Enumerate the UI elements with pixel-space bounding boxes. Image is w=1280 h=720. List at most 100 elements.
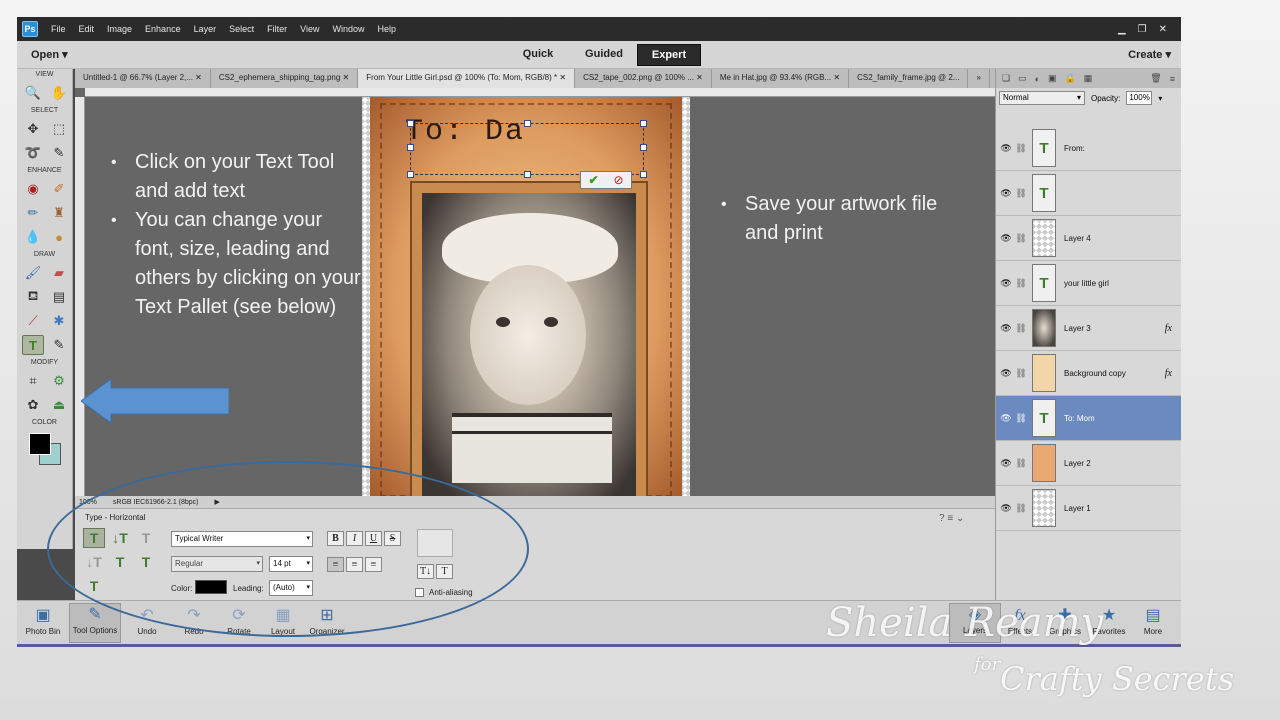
lasso-tool-icon[interactable]: ➰ [22,143,44,163]
type-tool-icon[interactable]: T [22,335,44,355]
paint-bucket-tool-icon[interactable]: ⛾ [22,287,44,307]
menu-help[interactable]: Help [372,24,404,34]
menu-window[interactable]: Window [327,24,372,34]
visibility-eye-icon[interactable]: 👁 [998,188,1014,199]
visibility-eye-icon[interactable]: 👁 [998,278,1014,289]
mode-quick[interactable]: Quick [505,44,571,66]
move-tool-icon[interactable]: ✥ [22,119,44,139]
sponge-tool-icon[interactable]: ● [48,227,70,247]
menu-layer[interactable]: Layer [189,24,225,34]
visibility-eye-icon[interactable]: 👁 [998,368,1014,379]
quick-selection-tool-icon[interactable]: ✎ [48,143,70,163]
layer-row[interactable]: 👁 ⛓ T [996,171,1181,216]
custom-shape-tool-icon[interactable]: ✱ [48,311,70,331]
menu-file[interactable]: File [46,24,74,34]
trash-icon[interactable]: 🗑 [1150,73,1161,84]
layer-row[interactable]: 👁 ⛓ Layer 1 [996,486,1181,531]
content-aware-move-tool-icon[interactable]: ✿ [22,395,44,415]
link-icon[interactable]: ⛓ [1014,413,1028,424]
recompose-tool-icon[interactable]: ⚙ [48,371,70,391]
menu-select[interactable]: Select [224,24,262,34]
tabs-overflow-icon[interactable]: » [968,69,990,88]
text-bounding-box[interactable] [407,120,647,178]
menu-view[interactable]: View [295,24,327,34]
transform-handle[interactable] [407,144,414,151]
link-icon[interactable]: ⛓ [1014,458,1028,469]
tab-document-active[interactable]: From Your Little Girl.psd @ 100% (To: Mo… [358,69,576,88]
visibility-eye-icon[interactable]: 👁 [998,323,1014,334]
photo-bin-button[interactable]: ▣ Photo Bin [17,605,69,636]
spot-healing-tool-icon[interactable]: ✐ [48,179,70,199]
layer-row[interactable]: 👁 ⛓ Layer 2 [996,441,1181,486]
eyedropper-tool-icon[interactable]: ⟋ [22,311,44,331]
marquee-tool-icon[interactable]: ⬚ [48,119,70,139]
menu-image[interactable]: Image [102,24,140,34]
link-icon[interactable]: ⛓ [1014,323,1028,334]
canvas-area[interactable]: Click on your Text Tool and add text You… [75,88,995,496]
menu-filter[interactable]: Filter [262,24,295,34]
new-layer-icon[interactable]: ❏ [1002,73,1010,84]
layer-style-fx-icon[interactable]: fx [1165,323,1172,334]
more-button[interactable]: ▤ More [1127,605,1179,636]
visibility-eye-icon[interactable]: 👁 [998,413,1014,424]
mask-icon[interactable]: ▣ [1048,73,1057,84]
transform-handle[interactable] [407,120,414,127]
transform-handle[interactable] [640,171,647,178]
layer-row[interactable]: 👁 ⛓ Layer 4 [996,216,1181,261]
visibility-eye-icon[interactable]: 👁 [998,503,1014,514]
artwork-tag[interactable]: To: Da ✔ ⊘ [370,97,682,496]
layer-row[interactable]: 👁 ⛓ T From: [996,126,1181,171]
gradient-tool-icon[interactable]: ▤ [48,287,70,307]
tab-document[interactable]: Untitled-1 @ 66.7% (Layer 2,... ✕ [75,69,211,88]
red-eye-tool-icon[interactable]: ◉ [22,179,44,199]
layer-style-fx-icon[interactable]: fx [1165,368,1172,379]
close-icon[interactable]: ✕ [1159,24,1167,35]
restore-icon[interactable]: ❐ [1138,24,1147,35]
menu-enhance[interactable]: Enhance [140,24,189,34]
cancel-icon[interactable]: ⊘ [606,172,631,188]
opacity-dropdown-icon[interactable]: ▾ [1158,94,1162,103]
crop-tool-icon[interactable]: ⌗ [22,371,44,391]
transform-handle[interactable] [640,144,647,151]
link-icon[interactable]: ⛓ [1014,503,1028,514]
visibility-eye-icon[interactable]: 👁 [998,143,1014,154]
commit-check-icon[interactable]: ✔ [581,172,606,188]
tab-document[interactable]: CS2_tape_002.png @ 100% ... ✕ [575,69,712,88]
hand-tool-icon[interactable]: ✋ [48,83,70,103]
transform-handle[interactable] [524,171,531,178]
eraser-tool-icon[interactable]: ▰ [48,263,70,283]
layer-row-selected[interactable]: 👁 ⛓ T To: Mom [996,396,1181,441]
mode-expert[interactable]: Expert [637,43,701,66]
help-menu-icon[interactable]: ? ≡ ⌄ [939,513,964,524]
transform-handle[interactable] [524,120,531,127]
pencil-tool-icon[interactable]: ✎ [48,335,70,355]
color-swatches[interactable] [17,429,72,469]
clone-stamp-tool-icon[interactable]: ♜ [48,203,70,223]
transform-handle[interactable] [407,171,414,178]
link-icon[interactable]: ⛓ [1014,233,1028,244]
mode-guided[interactable]: Guided [571,44,637,66]
menu-edit[interactable]: Edit [74,24,103,34]
tab-document[interactable]: Me in Hat.jpg @ 93.4% (RGB... ✕ [712,69,850,88]
transform-handle[interactable] [640,120,647,127]
visibility-eye-icon[interactable]: 👁 [998,458,1014,469]
minimize-icon[interactable]: ▁ [1118,24,1126,35]
brush-tool-icon[interactable]: 🖌 [22,263,44,283]
lock-icon[interactable]: 🔒 [1065,73,1076,84]
smart-brush-tool-icon[interactable]: ✏ [22,203,44,223]
open-button[interactable]: Open ▾ [31,48,68,61]
zoom-tool-icon[interactable]: 🔍 [22,83,44,103]
blend-mode-select[interactable]: Normal ▾ [999,91,1085,105]
new-group-icon[interactable]: ▭ [1018,73,1027,84]
lock-all-icon[interactable]: ▦ [1084,73,1093,84]
foreground-color-swatch[interactable] [29,433,51,455]
layer-row[interactable]: 👁 ⛓ Layer 3 fx [996,306,1181,351]
link-icon[interactable]: ⛓ [1014,188,1028,199]
straighten-tool-icon[interactable]: ⏏ [48,395,70,415]
adjustment-layer-icon[interactable]: ◐ [1035,74,1040,84]
layer-row[interactable]: 👁 ⛓ Background copy fx [996,351,1181,396]
link-icon[interactable]: ⛓ [1014,368,1028,379]
visibility-eye-icon[interactable]: 👁 [998,233,1014,244]
blur-tool-icon[interactable]: 💧 [22,227,44,247]
opacity-input[interactable]: 100% [1126,91,1153,105]
